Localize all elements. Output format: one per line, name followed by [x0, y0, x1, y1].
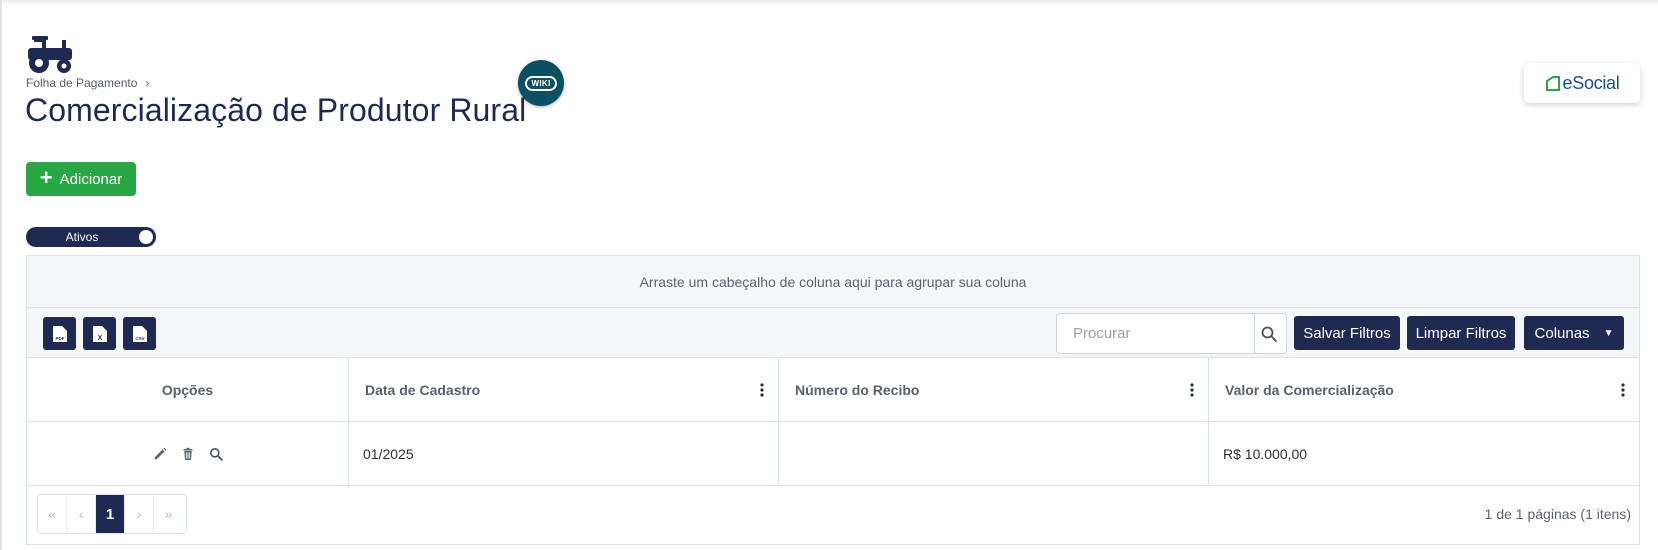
row-actions: [27, 447, 348, 461]
esocial-logo-icon: [1545, 76, 1560, 91]
excel-file-icon: X: [92, 325, 107, 342]
export-pdf-label: PDF: [55, 336, 64, 341]
export-csv-label: CSV: [135, 336, 144, 341]
export-pdf-button[interactable]: PDF: [43, 317, 76, 350]
column-header-opcoes[interactable]: Opções: [27, 358, 349, 421]
prev-page-button[interactable]: ‹: [67, 495, 96, 533]
esocial-logo-button[interactable]: eSocial: [1524, 63, 1640, 103]
pdf-file-icon: PDF: [52, 325, 67, 342]
view-search-icon[interactable]: [209, 447, 223, 461]
plus-icon: +: [39, 165, 53, 190]
column-menu-icon[interactable]: [1621, 382, 1625, 397]
column-header-valor[interactable]: Valor da Comercialização: [1209, 358, 1639, 421]
data-grid: Arraste um cabeçalho de coluna aqui para…: [26, 255, 1640, 545]
add-button[interactable]: + Adicionar: [26, 162, 136, 196]
left-border: [0, 0, 2, 550]
group-panel[interactable]: Arraste um cabeçalho de coluna aqui para…: [27, 256, 1639, 308]
esocial-logo-text: eSocial: [1562, 72, 1620, 93]
status-toggle-label: Ativos: [65, 230, 99, 244]
columns-button-label: Colunas: [1534, 324, 1590, 342]
save-filters-button[interactable]: Salvar Filtros: [1294, 316, 1400, 350]
page-number-button[interactable]: 1: [96, 495, 125, 533]
wiki-button[interactable]: WIKI: [518, 60, 564, 106]
delete-trash-icon[interactable]: [181, 447, 195, 461]
top-shadow: [0, 0, 1658, 6]
group-panel-text: Arraste um cabeçalho de coluna aqui para…: [639, 273, 1027, 290]
column-menu-icon[interactable]: [760, 382, 764, 397]
search-input[interactable]: [1057, 314, 1253, 353]
table-row: 01/2025 R$ 10.000,00: [27, 422, 1639, 486]
column-header-label: Data de Cadastro: [365, 381, 481, 398]
column-header-label: Número do Recibo: [795, 381, 920, 398]
search-icon[interactable]: [1260, 325, 1278, 343]
toggle-knob: [139, 230, 153, 244]
grid-header-row: Opções Data de Cadastro Número do Recibo…: [27, 358, 1639, 422]
search-divider: [1254, 314, 1255, 353]
grid-toolbar: PDF X CSV Salvar Filtros Limpar Filtros: [27, 308, 1639, 358]
columns-dropdown-button[interactable]: Colunas ▼: [1524, 316, 1624, 350]
column-header-data-cadastro[interactable]: Data de Cadastro: [349, 358, 779, 421]
tractor-icon: [28, 36, 72, 73]
next-page-button[interactable]: ›: [125, 495, 154, 533]
export-excel-label: X: [97, 335, 102, 342]
column-menu-icon[interactable]: [1190, 382, 1194, 397]
row-options-cell: [27, 422, 349, 485]
cell-numero-recibo[interactable]: [779, 422, 1209, 485]
export-csv-button[interactable]: CSV: [123, 317, 156, 350]
chevron-right-icon: ›: [145, 76, 150, 90]
csv-file-icon: CSV: [132, 325, 147, 342]
cell-data-cadastro[interactable]: 01/2025: [349, 422, 779, 485]
breadcrumb: Folha de Pagamento ›: [26, 76, 149, 90]
column-header-numero-recibo[interactable]: Número do Recibo: [779, 358, 1209, 421]
wiki-badge-text: WIKI: [524, 75, 558, 91]
add-button-label: Adicionar: [59, 170, 123, 188]
status-toggle[interactable]: Ativos: [26, 227, 156, 247]
edit-pencil-icon[interactable]: [153, 447, 167, 461]
last-page-button[interactable]: »: [154, 495, 183, 533]
column-header-label: Opções: [161, 381, 214, 398]
search-box: [1056, 313, 1287, 354]
export-excel-button[interactable]: X: [83, 317, 116, 350]
column-header-label: Valor da Comercialização: [1225, 381, 1394, 398]
caret-down-icon: ▼: [1603, 327, 1614, 339]
first-page-button[interactable]: «: [38, 495, 67, 533]
page-title: Comercialização de Produtor Rural: [25, 92, 527, 128]
breadcrumb-link-folha[interactable]: Folha de Pagamento: [26, 76, 137, 90]
page-info: 1 de 1 páginas (1 itens): [1484, 506, 1631, 522]
cell-valor[interactable]: R$ 10.000,00: [1209, 422, 1639, 485]
pagination: « ‹ 1 › »: [37, 494, 187, 534]
clear-filters-button[interactable]: Limpar Filtros: [1407, 316, 1515, 350]
